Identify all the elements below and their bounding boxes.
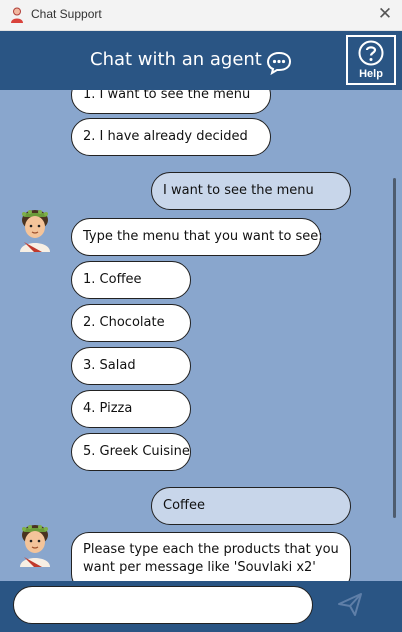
menu-option-salad[interactable]: 3. Salad xyxy=(71,347,191,385)
question-icon xyxy=(358,40,384,66)
user-message: I want to see the menu xyxy=(151,172,351,210)
chat-area[interactable]: 1. I want to see the menu 2. I have alre… xyxy=(0,90,402,581)
message-input[interactable] xyxy=(13,586,313,624)
help-button[interactable]: Help xyxy=(346,35,396,85)
menu-option-chocolate[interactable]: 2. Chocolate xyxy=(71,304,191,342)
close-icon[interactable]: ✕ xyxy=(376,5,394,23)
agent-avatar xyxy=(20,210,50,252)
chat-header: Chat with an agent Help xyxy=(0,31,402,90)
agent-message: Type the menu that you want to see: xyxy=(71,218,323,256)
speech-bubble-icon xyxy=(266,51,292,75)
agent-message: Please type each the products that you w… xyxy=(71,532,351,581)
help-label: Help xyxy=(359,68,383,80)
agent-avatar xyxy=(20,525,50,567)
option-message[interactable]: 2. I have already decided xyxy=(71,118,271,156)
window-title: Chat Support xyxy=(31,7,102,21)
scrollbar[interactable] xyxy=(393,178,396,518)
window-titlebar: Chat Support ✕ xyxy=(0,0,402,31)
user-message: Coffee xyxy=(151,487,351,525)
send-icon[interactable] xyxy=(336,590,364,618)
user-icon xyxy=(11,7,23,23)
menu-option-pizza[interactable]: 4. Pizza xyxy=(71,390,191,428)
page-title: Chat with an agent xyxy=(90,49,262,70)
menu-option-greek-cuisine[interactable]: 5. Greek Cuisine xyxy=(71,433,191,471)
option-message[interactable]: 1. I want to see the menu xyxy=(71,90,271,114)
menu-option-coffee[interactable]: 1. Coffee xyxy=(71,261,191,299)
input-bar xyxy=(0,581,402,632)
